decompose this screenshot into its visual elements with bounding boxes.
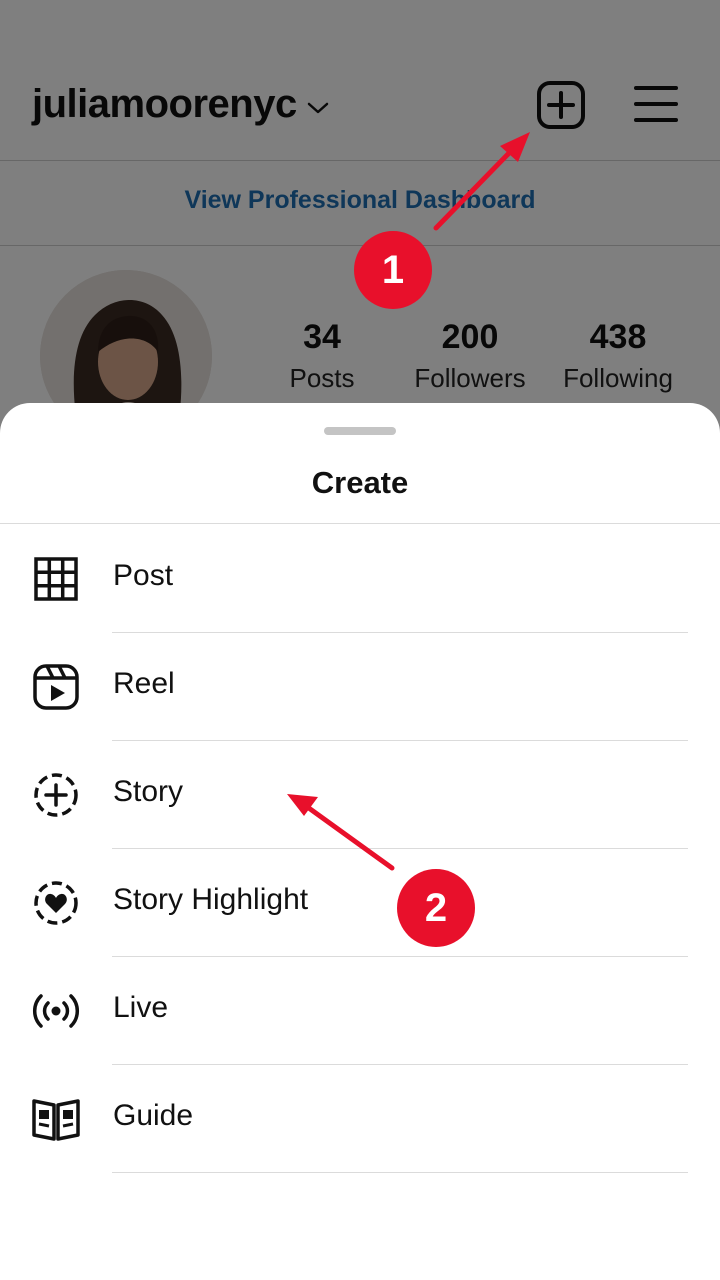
step-1-badge: 1 — [354, 231, 432, 309]
sheet-title-divider — [0, 523, 720, 524]
create-item-story[interactable]: Story — [0, 741, 720, 849]
create-item-label: Live — [113, 991, 169, 1024]
reel-icon — [33, 664, 79, 710]
create-item-label: Story Highlight — [113, 883, 309, 916]
highlight-heart-icon — [34, 881, 78, 925]
row-divider — [112, 1172, 688, 1173]
sheet-drag-handle[interactable] — [324, 427, 396, 435]
create-item-reel[interactable]: Reel — [0, 633, 720, 741]
guide-book-icon — [32, 1099, 80, 1141]
grid-icon — [34, 557, 78, 601]
create-item-label: Reel — [113, 667, 175, 700]
step-2-badge: 2 — [397, 869, 475, 947]
create-item-label: Story — [113, 775, 184, 808]
create-item-label: Guide — [113, 1099, 194, 1132]
live-broadcast-icon — [33, 994, 79, 1028]
create-item-story-highlight[interactable]: Story Highlight — [0, 849, 720, 957]
create-item-post[interactable]: Post — [0, 525, 720, 633]
sheet-title: Create — [311, 465, 409, 500]
create-item-live[interactable]: Live — [0, 957, 720, 1065]
create-item-guide[interactable]: Guide — [0, 1065, 720, 1173]
create-bottom-sheet: Create Post Reel Story Story Highlight L… — [0, 403, 720, 1280]
story-add-icon — [34, 773, 78, 817]
create-item-label: Post — [113, 559, 174, 592]
